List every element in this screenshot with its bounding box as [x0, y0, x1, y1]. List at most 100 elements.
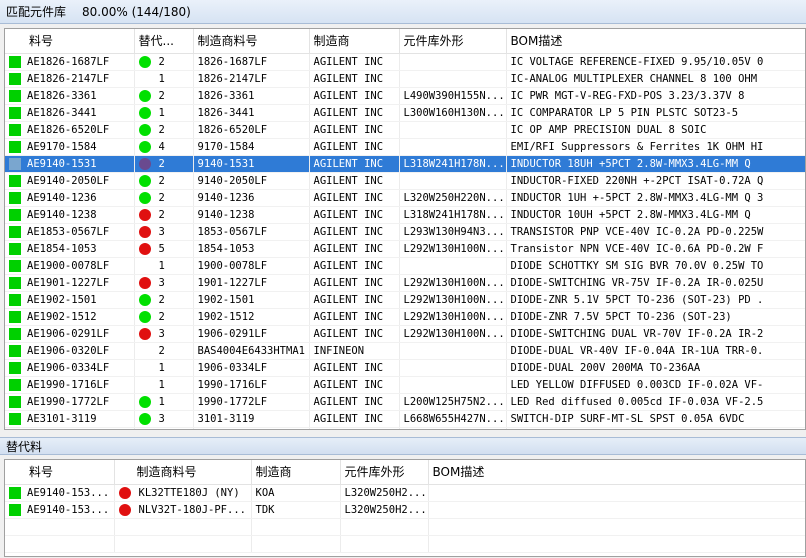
footprint-cell[interactable] [399, 359, 507, 377]
table-row[interactable]: AE9140-1238 2 9140-1238 AGILENT INC L318W241… [5, 206, 805, 224]
mfr-part-cell[interactable]: 1826-6520LF [193, 121, 310, 139]
footprint-cell[interactable]: L292W130H100N... [399, 325, 507, 343]
mfr-part-cell[interactable]: 9140-1236 [193, 189, 310, 207]
table-row[interactable]: AE9140-1236 2 9140-1236 AGILENT INC L320W250… [5, 189, 805, 207]
manufacturer-cell[interactable]: AGILENT INC [309, 223, 400, 241]
col-header-mfr-part[interactable]: 制造商料号 [193, 29, 310, 54]
alternates-cell[interactable]: 3 [134, 223, 194, 241]
mfr-part-cell[interactable]: 1826-3441 [193, 104, 310, 122]
alt-col-header-manufacturer[interactable]: 制造商 [251, 460, 341, 485]
table-row[interactable]: AE9140-1531 2 9140-1531 AGILENT INC L318W241… [5, 155, 805, 173]
part-number-cell[interactable]: AE1901-1227LF [5, 274, 135, 292]
manufacturer-cell[interactable]: AGILENT INC [309, 308, 400, 326]
alternates-cell[interactable]: 1 [134, 359, 194, 377]
table-row[interactable]: AE1853-0567LF 3 1853-0567LF AGILENT INC L293… [5, 223, 805, 241]
part-number-cell[interactable]: AE9170-1584 [5, 138, 135, 156]
bom-desc-cell[interactable]: Transistor NPN VCE-40V IC-0.6A PD-0.2W F [506, 240, 805, 258]
bom-desc-cell[interactable]: SWITCH-DIP SURF-MT-SL SPST 0.05A 6VDC [506, 410, 805, 428]
table-row[interactable]: AE1990-1716LF 1 1990-1716LF AGILENT INC LED … [5, 376, 805, 394]
col-header-footprint[interactable]: 元件库外形 [399, 29, 507, 54]
bom-desc-cell[interactable]: INDUCTOR 18UH +5PCT 2.8W-MMX3.4LG-MM Q [506, 155, 805, 173]
table-row[interactable]: AE1906-0320LF 2 BAS4004E6433HTMA1 INFINEON D… [5, 342, 805, 360]
part-number-cell[interactable]: AE1853-0567LF [5, 223, 135, 241]
part-number-cell[interactable]: AE1854-1053 [5, 240, 135, 258]
manufacturer-cell[interactable]: AGILENT INC [309, 104, 400, 122]
alternates-cell[interactable]: 4 [134, 138, 194, 156]
alt-col-header-part-number[interactable]: 料号 [5, 460, 115, 485]
footprint-cell[interactable] [399, 257, 507, 275]
table-row[interactable]: AE1826-3441 1 1826-3441 AGILENT INC L300W160… [5, 104, 805, 122]
part-number-cell[interactable]: AE3101-3119 [5, 410, 135, 428]
table-row[interactable]: AE1900-0078LF 1 1900-0078LF AGILENT INC DIOD… [5, 257, 805, 275]
alternates-cell[interactable]: 2 [134, 87, 194, 105]
bom-desc-cell[interactable]: IC PWR MGT-V-REG-FXD-POS 3.23/3.37V 8 [506, 87, 805, 105]
manufacturer-cell[interactable]: AGILENT INC [309, 240, 400, 258]
bom-desc-cell[interactable]: IC VOLTAGE REFERENCE-FIXED 9.95/10.05V 0 [506, 53, 805, 71]
part-number-cell[interactable]: AE1826-3361 [5, 87, 135, 105]
bom-desc-cell[interactable]: TRANSISTOR PNP VCE-40V IC-0.2A PD-0.225W [506, 223, 805, 241]
alternates-cell[interactable]: 1 [134, 393, 194, 411]
bom-desc-cell[interactable]: DIODE-ZNR 7.5V 5PCT TO-236 (SOT-23) [506, 308, 805, 326]
mfr-part-cell[interactable]: 9170-1584 [193, 138, 310, 156]
bom-desc-cell[interactable]: IC OP AMP PRECISION DUAL 8 SOIC [506, 121, 805, 139]
footprint-cell[interactable] [399, 342, 507, 360]
bom-desc-cell[interactable]: INDUCTOR-FIXED 220NH +-2PCT ISAT-0.72A Q [506, 172, 805, 190]
part-number-cell[interactable]: AE9140-1238 [5, 206, 135, 224]
alt-mfr-part-cell[interactable]: NLV32T-180J-PF... [114, 501, 252, 519]
footprint-cell[interactable] [399, 172, 507, 190]
manufacturer-cell[interactable]: AGILENT INC [309, 393, 400, 411]
table-row[interactable]: AE1906-0291LF 3 1906-0291LF AGILENT INC L292… [5, 325, 805, 343]
footprint-cell[interactable]: L292W130H100N... [399, 240, 507, 258]
col-header-manufacturer[interactable]: 制造商 [309, 29, 400, 54]
mfr-part-cell[interactable]: 1990-1716LF [193, 376, 310, 394]
part-number-cell[interactable]: AE1902-1501 [5, 291, 135, 309]
alt-footprint-cell[interactable]: L320W250H2... [340, 501, 429, 519]
mfr-part-cell[interactable]: 1906-0291LF [193, 325, 310, 343]
footprint-cell[interactable]: L292W130H100N... [399, 274, 507, 292]
alt-footprint-cell[interactable]: L320W250H2... [340, 484, 429, 502]
table-row[interactable]: AE9140-2050LF 2 9140-2050LF AGILENT INC INDU… [5, 172, 805, 190]
bom-desc-cell[interactable]: DIODE-SWITCHING DUAL VR-70V IF-0.2A IR-2 [506, 325, 805, 343]
part-number-cell[interactable]: AE1990-1716LF [5, 376, 135, 394]
footprint-cell[interactable]: L293W130H94N3... [399, 223, 507, 241]
alt-manufacturer-cell[interactable]: KOA [251, 484, 341, 502]
alternates-cell[interactable]: 1 [134, 376, 194, 394]
bom-desc-cell[interactable]: DIODE-DUAL 200V 200MA TO-236AA [506, 359, 805, 377]
mfr-part-cell[interactable]: 9140-1531 [193, 155, 310, 173]
manufacturer-cell[interactable]: AGILENT INC [309, 53, 400, 71]
footprint-cell[interactable]: L668W655H427N... [399, 410, 507, 428]
mfr-part-cell[interactable]: 1990-1772LF [193, 393, 310, 411]
col-header-part-number[interactable]: 料号 [5, 29, 135, 54]
manufacturer-cell[interactable]: AGILENT INC [309, 189, 400, 207]
manufacturer-cell[interactable]: AGILENT INC [309, 172, 400, 190]
alt-table-row[interactable]: AE9140-153... KL32TTE180J (NY) KOA L320W250… [5, 484, 805, 502]
alternates-cell[interactable]: 2 [134, 155, 194, 173]
part-number-cell[interactable]: AE9140-1236 [5, 189, 135, 207]
table-row[interactable]: AE1906-0334LF 1 1906-0334LF AGILENT INC DIOD… [5, 359, 805, 377]
alt-bom-desc-cell[interactable] [428, 484, 805, 502]
footprint-cell[interactable]: L200W125H75N2... [399, 393, 507, 411]
mfr-part-cell[interactable]: 1900-0078LF [193, 257, 310, 275]
alternates-cell[interactable]: 3 [134, 325, 194, 343]
manufacturer-cell[interactable]: AGILENT INC [309, 121, 400, 139]
part-number-cell[interactable]: AE9140-2050LF [5, 172, 135, 190]
manufacturer-cell[interactable]: AGILENT INC [309, 410, 400, 428]
alternates-cell[interactable]: 1 [134, 70, 194, 88]
alternates-cell[interactable]: 2 [134, 291, 194, 309]
footprint-cell[interactable]: L292W130H100N... [399, 308, 507, 326]
table-row[interactable]: AE1990-1772LF 1 1990-1772LF AGILENT INC L200… [5, 393, 805, 411]
table-row[interactable]: AE1826-3361 2 1826-3361 AGILENT INC L490W390… [5, 87, 805, 105]
bom-desc-cell[interactable]: LED YELLOW DIFFUSED 0.003CD IF-0.02A VF- [506, 376, 805, 394]
mfr-part-cell[interactable]: 1826-1687LF [193, 53, 310, 71]
part-number-cell[interactable]: AE1900-0078LF [5, 257, 135, 275]
mfr-part-cell[interactable]: 3101-3119 [193, 410, 310, 428]
bom-desc-cell[interactable]: IC-ANALOG MULTIPLEXER CHANNEL 8 100 OHM [506, 70, 805, 88]
table-row[interactable]: AE1854-1053 5 1854-1053 AGILENT INC L292W130… [5, 240, 805, 258]
footprint-cell[interactable] [399, 53, 507, 71]
footprint-cell[interactable] [399, 70, 507, 88]
alternates-cell[interactable]: 2 [134, 121, 194, 139]
manufacturer-cell[interactable]: AGILENT INC [309, 87, 400, 105]
mfr-part-cell[interactable]: 1902-1512 [193, 308, 310, 326]
alt-col-header-mfr-part[interactable]: 制造商料号 [114, 460, 252, 485]
part-number-cell[interactable]: AE1826-3441 [5, 104, 135, 122]
